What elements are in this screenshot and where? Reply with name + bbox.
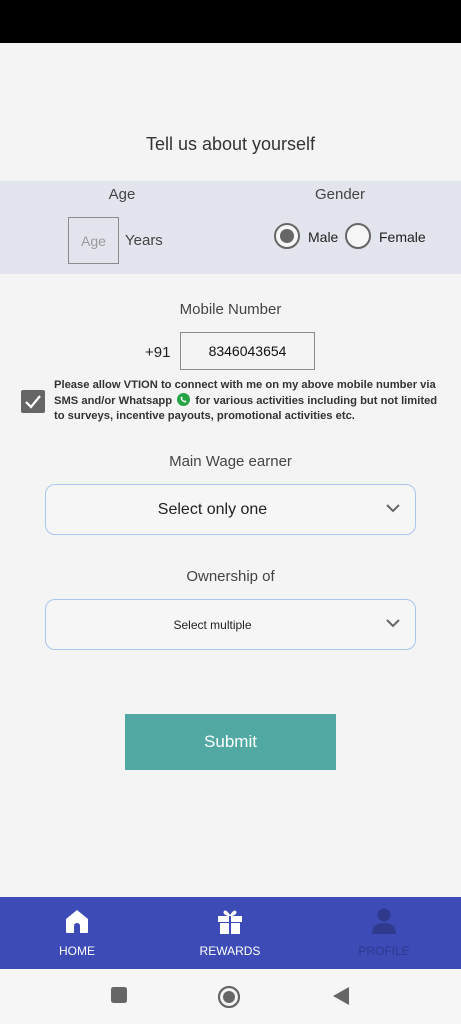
nav-rewards[interactable]: REWARDS: [170, 897, 290, 969]
page-title: Tell us about yourself: [145, 134, 316, 154]
years-label: Years: [125, 232, 163, 249]
nav-home-label: HOME: [59, 944, 95, 958]
main-wage-earner-label: Main Wage earner: [169, 453, 292, 470]
main-wage-earner-select[interactable]: Select only one: [45, 484, 416, 535]
status-bar: [0, 0, 461, 43]
age-group: Age Years: [62, 181, 182, 274]
nav-home[interactable]: HOME: [17, 897, 137, 969]
nav-rewards-label: REWARDS: [199, 944, 261, 958]
age-input[interactable]: [68, 217, 119, 264]
mobile-number-input[interactable]: [180, 332, 315, 370]
gender-female-label[interactable]: Female: [379, 229, 426, 245]
radio-selected-dot: [280, 229, 294, 243]
gender-male-label[interactable]: Male: [308, 229, 338, 245]
system-navigation-bar: [0, 969, 461, 1024]
gender-female-radio[interactable]: [345, 223, 371, 249]
ownership-label: Ownership of: [186, 568, 275, 585]
square-recents-icon[interactable]: [109, 985, 129, 1005]
gender-label: Gender: [314, 186, 366, 203]
chevron-down-icon: [386, 504, 400, 513]
gift-icon: [218, 910, 242, 934]
submit-button[interactable]: Submit: [125, 714, 336, 770]
select-placeholder: Select multiple: [173, 617, 252, 632]
triangle-back-icon[interactable]: [331, 985, 351, 1007]
whatsapp-icon: [177, 393, 191, 406]
gender-male-radio[interactable]: [274, 223, 300, 249]
country-code: +91: [145, 344, 171, 361]
age-gender-section: Age Years Gender Male Female: [0, 181, 461, 274]
mobile-number-label: Mobile Number: [179, 301, 282, 318]
checkmark-icon: [25, 395, 41, 409]
chevron-down-icon: [386, 619, 400, 628]
nav-profile-label: PROFILE: [358, 944, 410, 958]
select-placeholder: Select only one: [157, 500, 268, 518]
home-icon: [66, 910, 88, 933]
person-icon: [372, 908, 396, 934]
age-label: Age: [108, 186, 136, 203]
nav-profile[interactable]: PROFILE: [324, 897, 444, 969]
ownership-select[interactable]: Select multiple: [45, 599, 416, 650]
consent-checkbox[interactable]: [21, 390, 45, 413]
consent-text: Please allow VTION to connect with me on…: [54, 378, 446, 424]
circle-home-icon[interactable]: [217, 985, 241, 1009]
bottom-navigation: HOME REWARDS PROFILE: [0, 897, 461, 969]
